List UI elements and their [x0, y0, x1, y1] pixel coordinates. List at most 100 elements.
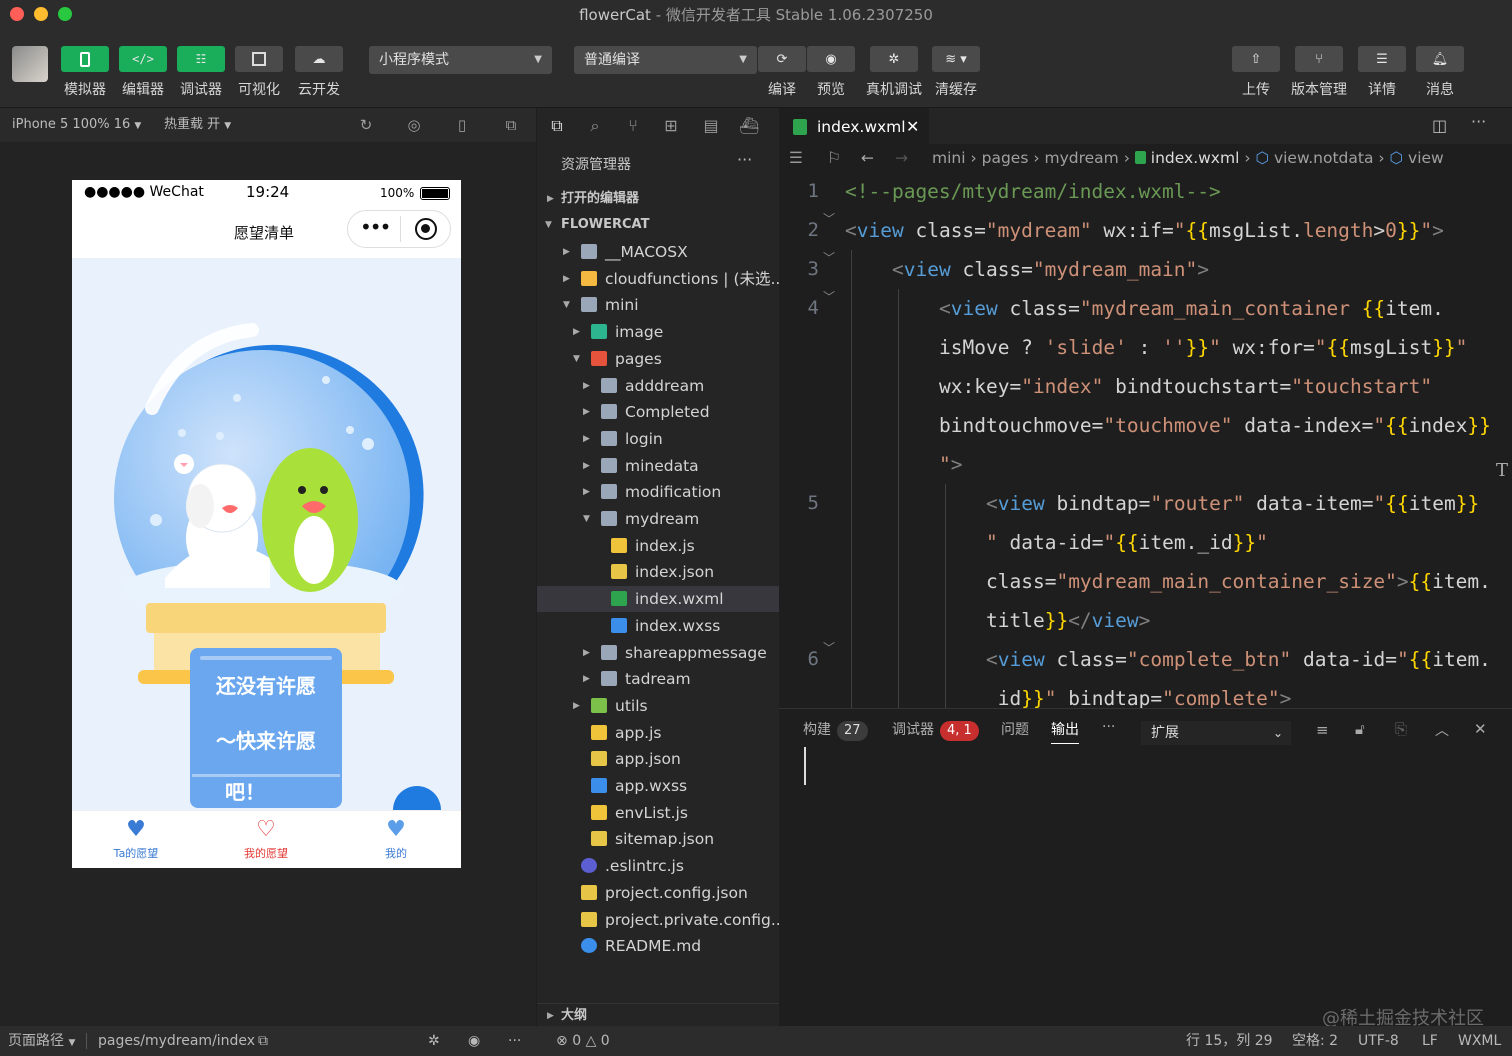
- cursor-position[interactable]: 行 15，列 29: [1186, 1026, 1273, 1056]
- clear-cache-button[interactable]: ≋ ▾ 清缓存: [932, 46, 980, 104]
- list-icon[interactable]: ☰: [789, 144, 803, 172]
- device-select[interactable]: iPhone 5 100% 16 ▼: [12, 108, 141, 143]
- indentation[interactable]: 空格: 2: [1292, 1026, 1338, 1056]
- forward-arrow-icon[interactable]: →: [895, 144, 908, 172]
- tab-build[interactable]: 构建 27: [803, 719, 868, 741]
- chevron-up-icon[interactable]: ︿: [1435, 720, 1449, 740]
- close-miniprogram-icon[interactable]: [415, 218, 437, 240]
- more-actions-icon[interactable]: ···: [1471, 112, 1486, 131]
- simulator-toggle-button[interactable]: 模拟器: [61, 46, 109, 104]
- tree-file[interactable]: app.json: [537, 746, 779, 772]
- code-area[interactable]: 1 2 ﹀ 3 ﹀ 4 ﹀ 5 6 ﹀ <!--pages/mtydream/i…: [779, 172, 1512, 712]
- extensions-icon[interactable]: ⊞: [661, 116, 681, 136]
- rotate-icon[interactable]: ↻: [357, 116, 375, 134]
- phone-icon[interactable]: ▯: [453, 116, 471, 134]
- tree-file[interactable]: sitemap.json: [537, 826, 779, 852]
- tree-file[interactable]: index.wxml: [537, 586, 779, 613]
- eye-icon[interactable]: ◉: [468, 1026, 480, 1056]
- cloud-dev-button[interactable]: ☁ 云开发: [295, 46, 343, 104]
- details-button[interactable]: ☰ 详情: [1358, 46, 1406, 104]
- mode-select[interactable]: 小程序模式 ▼: [369, 46, 552, 74]
- page-path-select[interactable]: 页面路径 ▼: [8, 1026, 75, 1056]
- close-icon[interactable]: ✕: [906, 109, 919, 145]
- visual-toggle-button[interactable]: 可视化: [235, 46, 283, 104]
- bug-icon[interactable]: ✲: [428, 1026, 440, 1056]
- project-root-section[interactable]: ▼ FLOWERCAT: [537, 212, 779, 238]
- tree-folder[interactable]: ▶ cloudfunctions | (未选...: [537, 266, 779, 292]
- version-control-button[interactable]: ⑂ 版本管理: [1291, 46, 1347, 104]
- lock-icon[interactable]: 🔓︎: [1355, 720, 1365, 738]
- fold-chevron-icon[interactable]: ﹀: [823, 639, 835, 656]
- tree-file[interactable]: .eslintrc.js: [537, 853, 779, 879]
- minimize-window-button[interactable]: [34, 7, 48, 21]
- tree-file[interactable]: app.js: [537, 720, 779, 746]
- encoding[interactable]: UTF-8: [1358, 1026, 1399, 1056]
- tab-mine[interactable]: ♥ 我的: [346, 817, 446, 861]
- open-editors-section[interactable]: ▶ 打开的编辑器: [537, 186, 779, 212]
- tree-file[interactable]: app.wxss: [537, 773, 779, 799]
- bookmark-icon[interactable]: ⚐: [827, 144, 841, 172]
- avatar[interactable]: [12, 46, 48, 82]
- record-icon[interactable]: ◎: [405, 116, 423, 134]
- panel-more[interactable]: ···: [1102, 719, 1115, 735]
- real-device-debug-button[interactable]: ✲ 真机调试: [866, 46, 922, 104]
- back-arrow-icon[interactable]: ←: [861, 144, 874, 172]
- tab-debugger[interactable]: 调试器 4, 1: [892, 719, 979, 741]
- tab-ta-dream[interactable]: ♥ Ta的愿望: [86, 817, 186, 861]
- docker-icon[interactable]: ⛴: [739, 116, 759, 136]
- tree-file[interactable]: README.md: [537, 933, 779, 959]
- zoom-window-button[interactable]: [58, 7, 72, 21]
- upload-button[interactable]: ⇧ 上传: [1232, 46, 1280, 104]
- problems-summary[interactable]: ⊗ 0 △ 0: [556, 1026, 610, 1056]
- close-window-button[interactable]: [10, 7, 24, 21]
- tab-my-dream[interactable]: ♡ 我的愿望: [216, 817, 316, 861]
- more-dots-icon[interactable]: •••: [360, 215, 391, 239]
- tree-file[interactable]: envList.js: [537, 800, 779, 826]
- tree-folder[interactable]: ▶ Completed: [537, 399, 779, 425]
- compile-select[interactable]: 普通编译 ▼: [574, 46, 757, 74]
- tree-folder[interactable]: ▶ shareappmessage: [537, 640, 779, 666]
- split-editor-icon[interactable]: ◫: [1432, 116, 1447, 135]
- popout-icon[interactable]: ⧉: [502, 116, 520, 134]
- tree-folder[interactable]: ▶ minedata: [537, 453, 779, 479]
- source-control-icon[interactable]: ⑂: [623, 116, 643, 136]
- tree-folder[interactable]: ▶ utils: [537, 693, 779, 719]
- fold-chevron-icon[interactable]: ﹀: [823, 249, 835, 266]
- copy-icon[interactable]: ⎘: [1395, 720, 1407, 738]
- search-icon[interactable]: ⌕: [585, 116, 605, 136]
- line-ending[interactable]: LF: [1422, 1026, 1438, 1056]
- preview-button[interactable]: ◉ 预览: [807, 46, 855, 104]
- tab-index-wxml[interactable]: index.wxml ✕: [779, 108, 929, 144]
- more-icon[interactable]: ···: [508, 1026, 521, 1056]
- tree-folder[interactable]: ▼ mini: [537, 292, 779, 318]
- tree-file[interactable]: index.js: [537, 533, 779, 559]
- messages-button[interactable]: 🔔︎ 消息: [1416, 46, 1464, 104]
- editor-toggle-button[interactable]: </> 编辑器: [119, 46, 167, 104]
- tab-output[interactable]: 输出: [1051, 719, 1079, 744]
- fold-chevron-icon[interactable]: ﹀: [823, 288, 835, 305]
- tree-file[interactable]: index.json: [537, 559, 779, 585]
- clear-output-icon[interactable]: ≡: [1316, 721, 1329, 739]
- storage-icon[interactable]: ▤: [701, 116, 721, 136]
- tree-folder[interactable]: ▶ modification: [537, 479, 779, 505]
- language-mode[interactable]: WXML: [1458, 1026, 1501, 1056]
- explorer-more-icon[interactable]: ···: [737, 150, 752, 169]
- tab-problems[interactable]: 问题: [1001, 719, 1029, 739]
- debugger-toggle-button[interactable]: ☷ 调试器: [177, 46, 225, 104]
- breadcrumb-item[interactable]: mini › pages › mydream › index.wxml › ⬡ …: [932, 144, 1444, 172]
- tree-folder[interactable]: ▶ image: [537, 319, 779, 345]
- output-channel-select[interactable]: 扩展 ⌄: [1141, 721, 1291, 745]
- tree-folder[interactable]: ▼ pages: [537, 346, 779, 372]
- tree-folder[interactable]: ▶ __MACOSX: [537, 239, 779, 265]
- files-icon[interactable]: ⧉: [547, 116, 567, 136]
- hot-reload-select[interactable]: 热重载 开 ▼: [164, 108, 231, 143]
- close-panel-icon[interactable]: ✕: [1474, 720, 1487, 738]
- outline-section[interactable]: ▶ 大纲: [537, 1003, 779, 1027]
- tree-folder[interactable]: ▶ tadream: [537, 666, 779, 692]
- copy-path-icon[interactable]: ⧉: [258, 1026, 268, 1056]
- fold-chevron-icon[interactable]: ﹀: [823, 210, 835, 227]
- tree-file[interactable]: project.config.json: [537, 880, 779, 906]
- tree-file[interactable]: index.wxss: [537, 613, 779, 639]
- tree-folder[interactable]: ▼ mydream: [537, 506, 779, 532]
- tree-folder[interactable]: ▶ login: [537, 426, 779, 452]
